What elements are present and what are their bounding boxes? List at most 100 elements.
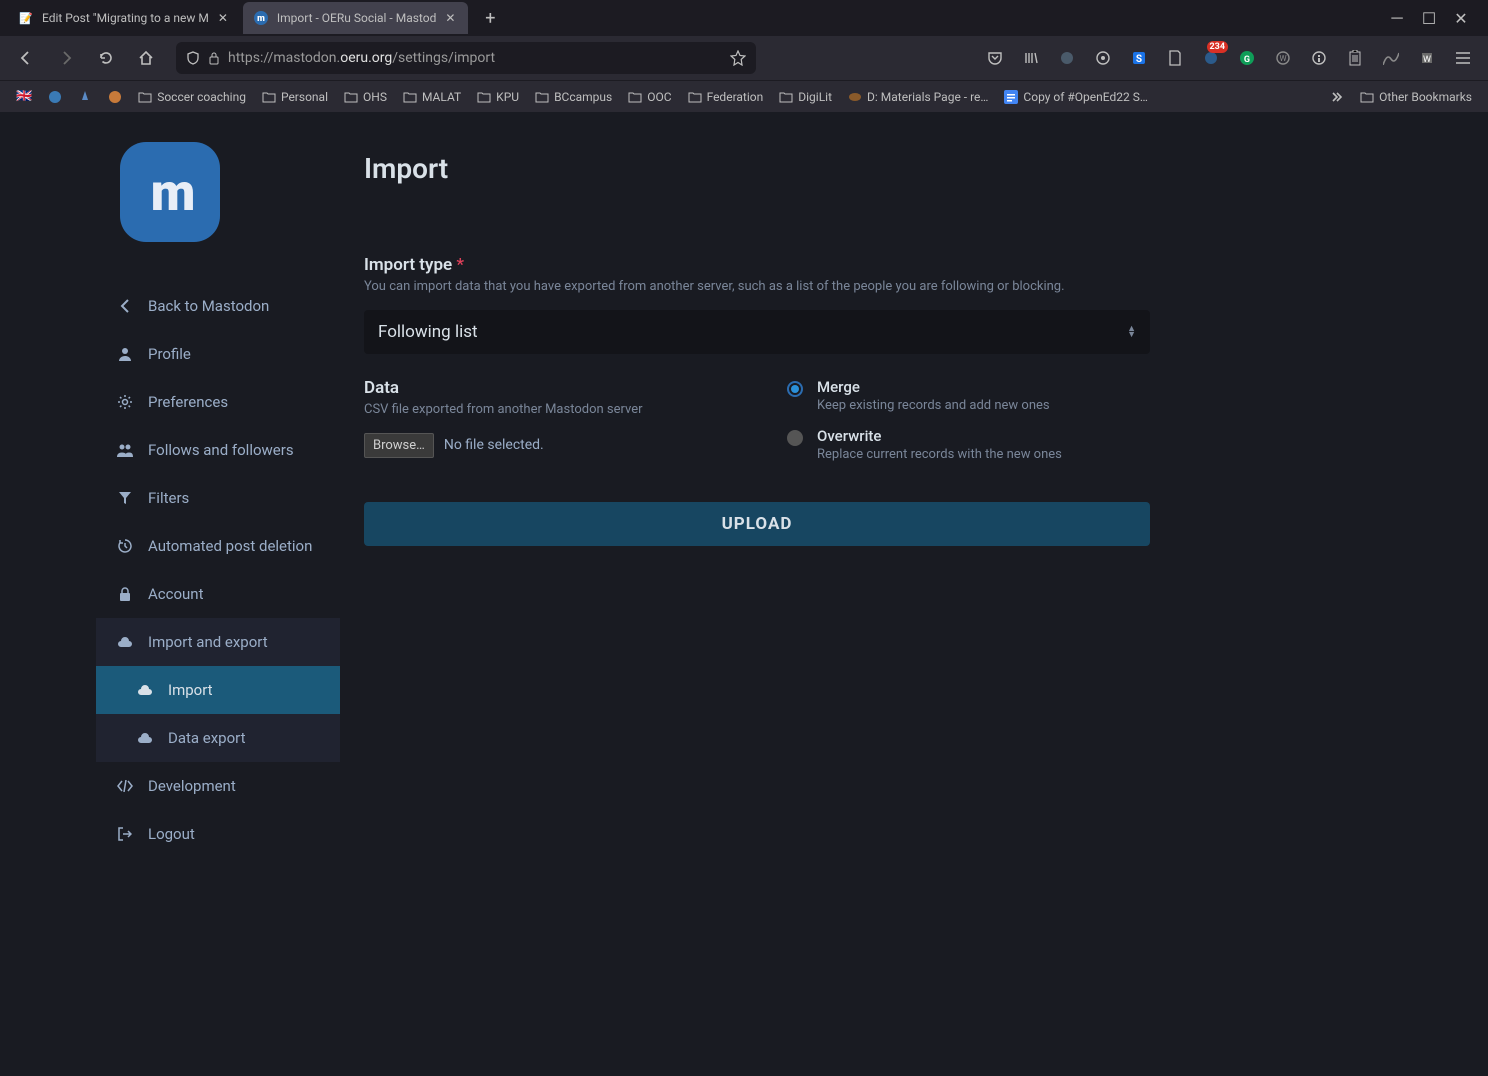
cloud-download-icon xyxy=(136,732,154,744)
url-bar[interactable]: https://mastodon.oeru.org/settings/impor… xyxy=(176,42,756,74)
extension-icon-5[interactable]: 234 xyxy=(1196,43,1226,73)
extension-icon-4[interactable] xyxy=(1160,43,1190,73)
svg-text:W: W xyxy=(1423,55,1431,65)
close-icon[interactable]: ✕ xyxy=(215,10,231,26)
extension-icon-10[interactable] xyxy=(1376,43,1406,73)
select-arrows-icon: ▲▼ xyxy=(1127,326,1136,338)
bookmark-icon-2[interactable] xyxy=(42,87,68,107)
import-type-label: Import type * xyxy=(364,255,1150,275)
extension-icon-2[interactable] xyxy=(1088,43,1118,73)
browser-toolbar: https://mastodon.oeru.org/settings/impor… xyxy=(0,36,1488,80)
gear-icon xyxy=(116,395,134,409)
bookmark-item[interactable]: D: Materials Page - re… xyxy=(842,87,994,107)
nav-label: Development xyxy=(148,777,236,795)
close-icon[interactable]: ✕ xyxy=(442,10,458,26)
shield-icon[interactable] xyxy=(186,51,200,65)
extension-icon-6[interactable]: G xyxy=(1232,43,1262,73)
nav-preferences[interactable]: Preferences xyxy=(96,378,340,426)
bookmark-icon-3[interactable] xyxy=(72,87,98,107)
radio-icon xyxy=(787,430,803,446)
select-value: Following list xyxy=(378,322,478,342)
data-hint: CSV file exported from another Mastodon … xyxy=(364,402,727,417)
bookmark-item[interactable]: Copy of #OpenEd22 S… xyxy=(998,87,1153,107)
nav-data-export[interactable]: Data export xyxy=(96,714,340,762)
bookmark-folder[interactable]: Personal xyxy=(256,87,334,107)
browser-tab-1[interactable]: m Import - OERu Social - Mastod ✕ xyxy=(243,2,469,34)
bookmark-folder[interactable]: Soccer coaching xyxy=(132,87,252,107)
nav-account[interactable]: Account xyxy=(96,570,340,618)
back-button[interactable] xyxy=(10,42,42,74)
svg-text:W: W xyxy=(1279,54,1286,63)
cloud-icon xyxy=(116,636,134,648)
settings-content: Import Import type * You can import data… xyxy=(340,112,1180,1076)
cloud-upload-icon xyxy=(136,684,154,696)
required-marker: * xyxy=(456,255,464,275)
merge-option[interactable]: Merge Keep existing records and add new … xyxy=(787,378,1150,413)
page-title: Import xyxy=(364,152,1150,185)
nav-development[interactable]: Development xyxy=(96,762,340,810)
nav-profile[interactable]: Profile xyxy=(96,330,340,378)
extension-icon-11[interactable]: W xyxy=(1412,43,1442,73)
users-icon xyxy=(116,443,134,457)
close-window-icon[interactable]: ✕ xyxy=(1454,11,1468,25)
library-icon[interactable] xyxy=(1016,43,1046,73)
extension-icon-3[interactable]: S xyxy=(1124,43,1154,73)
minimize-icon[interactable]: ─ xyxy=(1390,11,1404,25)
bookmark-folder[interactable]: OOC xyxy=(622,87,677,107)
bookmark-folder[interactable]: BCcampus xyxy=(529,87,618,107)
nav-back-to-mastodon[interactable]: Back to Mastodon xyxy=(96,282,340,330)
bookmark-folder[interactable]: OHS xyxy=(338,87,393,107)
nav-label: Filters xyxy=(148,489,189,507)
nav-label: Account xyxy=(148,585,204,603)
page-body: m Back to Mastodon Profile Preferences F… xyxy=(0,112,1488,1076)
other-bookmarks-folder[interactable]: Other Bookmarks xyxy=(1354,87,1478,107)
svg-text:S: S xyxy=(1136,54,1142,65)
nav-label: Automated post deletion xyxy=(148,537,312,555)
new-tab-button[interactable]: + xyxy=(476,4,504,32)
nav-filters[interactable]: Filters xyxy=(96,474,340,522)
bookmark-folder[interactable]: DigiLit xyxy=(773,87,838,107)
bookmarks-overflow-icon[interactable] xyxy=(1330,90,1344,104)
user-icon xyxy=(116,347,134,361)
lock-icon[interactable] xyxy=(208,51,220,65)
bookmark-icon-1[interactable]: 🇬🇧 xyxy=(10,86,38,107)
overwrite-option[interactable]: Overwrite Replace current records with t… xyxy=(787,427,1150,462)
extension-icon-1[interactable] xyxy=(1052,43,1082,73)
nav-follows[interactable]: Follows and followers xyxy=(96,426,340,474)
bookmark-icon-4[interactable] xyxy=(102,87,128,107)
browse-button[interactable]: Browse… xyxy=(364,433,434,458)
pocket-icon[interactable] xyxy=(980,43,1010,73)
url-text: https://mastodon.oeru.org/settings/impor… xyxy=(228,50,495,66)
data-label: Data xyxy=(364,378,727,398)
reload-button[interactable] xyxy=(90,42,122,74)
bookmarks-bar: 🇬🇧 Soccer coaching Personal OHS MALAT KP… xyxy=(0,80,1488,112)
browser-tab-0[interactable]: 📝 Edit Post "Migrating to a new M ✕ xyxy=(8,2,241,34)
file-status: No file selected. xyxy=(444,437,544,453)
mastodon-logo[interactable]: m xyxy=(120,142,220,242)
nav-logout[interactable]: Logout xyxy=(96,810,340,858)
nav-label: Preferences xyxy=(148,393,228,411)
extension-icon-9[interactable] xyxy=(1340,43,1370,73)
extension-icon-8[interactable] xyxy=(1304,43,1334,73)
radio-icon xyxy=(787,381,803,397)
nav-import-export[interactable]: Import and export xyxy=(96,618,340,666)
upload-button[interactable]: UPLOAD xyxy=(364,502,1150,546)
home-button[interactable] xyxy=(130,42,162,74)
nav-import[interactable]: Import xyxy=(96,666,340,714)
bookmark-folder[interactable]: KPU xyxy=(471,87,525,107)
chevron-left-icon xyxy=(116,299,134,313)
app-menu-icon[interactable] xyxy=(1448,43,1478,73)
forward-button[interactable] xyxy=(50,42,82,74)
extension-icon-7[interactable]: W xyxy=(1268,43,1298,73)
filter-icon xyxy=(116,491,134,505)
nav-automated-deletion[interactable]: Automated post deletion xyxy=(96,522,340,570)
bookmark-star-icon[interactable] xyxy=(730,50,746,66)
lock-icon xyxy=(116,587,134,601)
maximize-icon[interactable]: ☐ xyxy=(1422,11,1436,25)
bookmark-folder[interactable]: Federation xyxy=(682,87,770,107)
bookmark-folder[interactable]: MALAT xyxy=(397,87,467,107)
import-type-select[interactable]: Following list ▲▼ xyxy=(364,310,1150,354)
nav-label: Import and export xyxy=(148,633,268,651)
nav-label: Back to Mastodon xyxy=(148,297,269,315)
nav-label: Logout xyxy=(148,825,195,843)
